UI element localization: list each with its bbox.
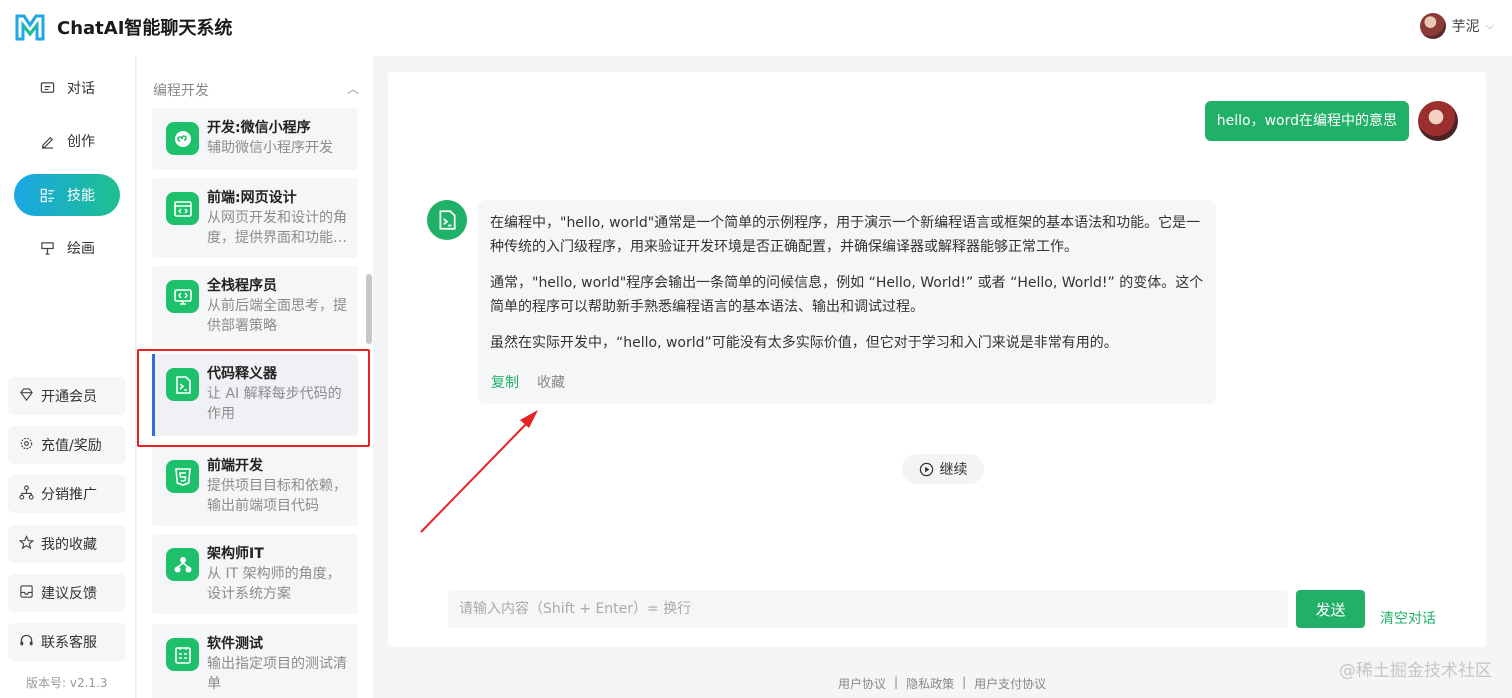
category-header[interactable]: 编程开发 ︿ (153, 80, 359, 100)
privacy-policy-link[interactable]: 隐私政策 (906, 675, 954, 692)
footer-separator: | (894, 675, 899, 689)
vip-button[interactable]: 开通会员 (8, 377, 126, 415)
gear-icon (19, 436, 34, 455)
bot-avatar (427, 200, 467, 240)
skill-title: 软件测试 (207, 636, 263, 652)
support-label: 联系客服 (41, 635, 97, 651)
scrollbar[interactable] (366, 274, 372, 344)
diamond-icon (19, 387, 34, 406)
skill-card-selected[interactable]: 代码释义器 让 AI 解释每步代码的作用 (152, 354, 358, 436)
footer-separator: | (962, 675, 967, 689)
mini-program-icon (166, 122, 199, 155)
skill-card[interactable]: 架构师IT 从 IT 架构师的角度，设计系统方案 (152, 534, 358, 614)
edit-icon (39, 133, 55, 149)
continue-button[interactable]: 继续 (902, 454, 984, 484)
selection-indicator (152, 354, 155, 436)
share-icon (19, 484, 34, 504)
nav-item-create[interactable]: 创作 (14, 120, 120, 162)
promotion-button[interactable]: 分销推广 (8, 475, 126, 513)
skill-desc: 从 IT 架构师的角度，设计系统方案 (207, 566, 341, 602)
feedback-label: 建议反馈 (41, 586, 97, 602)
user-avatar (1418, 101, 1458, 141)
recharge-label: 充值/奖励 (41, 438, 102, 454)
architecture-icon (166, 548, 199, 581)
watermark: @稀土掘金技术社区 (1339, 661, 1492, 681)
favorite-button[interactable]: 收藏 (537, 371, 565, 395)
recharge-button[interactable]: 充值/奖励 (8, 426, 126, 464)
skill-desc: 输出指定项目的测试清单 (207, 656, 347, 692)
chat-icon (39, 80, 55, 96)
skill-title: 前端:网页设计 (207, 190, 297, 206)
user-menu[interactable]: 芋泥 ⌵ (1419, 13, 1494, 39)
nav-item-skills[interactable]: 技能 (14, 174, 120, 216)
chevron-up-icon[interactable]: ︿ (347, 80, 359, 100)
category-title: 编程开发 (153, 83, 209, 99)
headset-icon (19, 633, 34, 652)
feedback-icon (19, 584, 34, 603)
skill-desc: 辅助微信小程序开发 (207, 140, 333, 156)
skill-title: 开发:微信小程序 (207, 120, 311, 136)
nav-item-label: 技能 (67, 188, 95, 204)
skill-card[interactable]: 全栈程序员 从前后端全面思考，提供部署策略 (152, 266, 358, 346)
html5-icon (166, 460, 199, 493)
web-design-icon (166, 192, 199, 225)
chat-panel: hello，word在编程中的意思 在编程中，"hello, world"通常是… (388, 72, 1486, 647)
user-name: 芋泥 (1451, 19, 1480, 35)
chat-input[interactable] (448, 590, 1288, 628)
skill-card[interactable]: 前端:网页设计 从网页开发和设计的角度，提供界面和功能… (152, 178, 358, 258)
skill-desc: 提供项目目标和依赖，输出前端项目代码 (207, 478, 347, 514)
user-message: hello，word在编程中的意思 (1204, 101, 1409, 141)
support-button[interactable]: 联系客服 (8, 623, 126, 661)
chevron-down-icon: ⌵ (1485, 19, 1494, 32)
paint-icon (39, 240, 55, 256)
nav-item-label: 创作 (67, 134, 95, 150)
continue-label: 继续 (939, 462, 968, 478)
star-icon (18, 534, 35, 554)
skills-icon (39, 187, 55, 203)
skill-title: 架构师IT (207, 546, 264, 562)
app-logo (15, 14, 45, 41)
bot-message: 在编程中，"hello, world"通常是一个简单的示例程序，用于演示一个新编… (478, 200, 1216, 404)
app-title: ChatAI智能聊天系统 (57, 18, 233, 39)
terminal-icon (166, 368, 199, 401)
version-text: 版本号: v2.1.3 (26, 676, 108, 690)
fullstack-icon (166, 280, 199, 313)
top-header: ChatAI智能聊天系统 芋泥 ⌵ (0, 0, 1512, 56)
vip-label: 开通会员 (41, 389, 97, 405)
skill-desc: 从网页开发和设计的角度，提供界面和功能… (207, 210, 347, 246)
feedback-button[interactable]: 建议反馈 (8, 574, 126, 612)
bot-paragraph: 通常，"hello, world"程序会输出一条简单的问候信息，例如 “Hell… (490, 275, 1204, 315)
terminal-icon (439, 210, 456, 230)
skill-title: 代码释义器 (207, 366, 277, 382)
skill-card[interactable]: 软件测试 输出指定项目的测试清单 (152, 624, 358, 698)
nav-item-chat[interactable]: 对话 (14, 67, 120, 109)
favorites-label: 我的收藏 (41, 537, 97, 553)
user-agreement-link[interactable]: 用户协议 (838, 675, 886, 692)
message-actions: 复制 收藏 (491, 371, 565, 395)
skill-title: 前端开发 (207, 458, 263, 474)
avatar[interactable] (1419, 13, 1446, 39)
clear-chat-link[interactable]: 清空对话 (1380, 608, 1436, 628)
nav-item-label: 绘画 (67, 241, 95, 257)
nav-item-paint[interactable]: 绘画 (14, 227, 120, 269)
payment-agreement-link[interactable]: 用户支付协议 (974, 675, 1046, 692)
send-button[interactable]: 发送 (1296, 590, 1365, 628)
copy-button[interactable]: 复制 (491, 371, 519, 395)
favorites-button[interactable]: 我的收藏 (8, 525, 126, 563)
skill-title: 全栈程序员 (207, 278, 277, 294)
bot-paragraph: 在编程中，"hello, world"通常是一个简单的示例程序，用于演示一个新编… (490, 215, 1201, 255)
skill-card[interactable]: 前端开发 提供项目目标和依赖，输出前端项目代码 (152, 446, 358, 526)
skill-desc: 从前后端全面思考，提供部署策略 (207, 298, 347, 334)
bot-paragraph: 虽然在实际开发中，“hello, world”可能没有太多实际价值，但它对于学习… (490, 335, 1118, 351)
footer-links: 用户协议 | 隐私政策 | 用户支付协议 (838, 675, 1046, 692)
test-icon (166, 638, 199, 671)
nav-item-label: 对话 (67, 81, 95, 97)
skill-desc: 让 AI 解释每步代码的作用 (207, 386, 342, 422)
promotion-label: 分销推广 (41, 487, 97, 503)
skill-card[interactable]: 开发:微信小程序 辅助微信小程序开发 (152, 108, 358, 170)
play-circle-icon (919, 462, 933, 476)
left-nav: 对话 创作 技能 绘画 开通会员 充值/奖励 分销推广 我的收藏 建议反馈 联系… (0, 56, 136, 698)
skills-panel: 编程开发 ︿ 开发:微信小程序 辅助微信小程序开发 前端:网页设计 从网页开发和… (137, 56, 373, 698)
